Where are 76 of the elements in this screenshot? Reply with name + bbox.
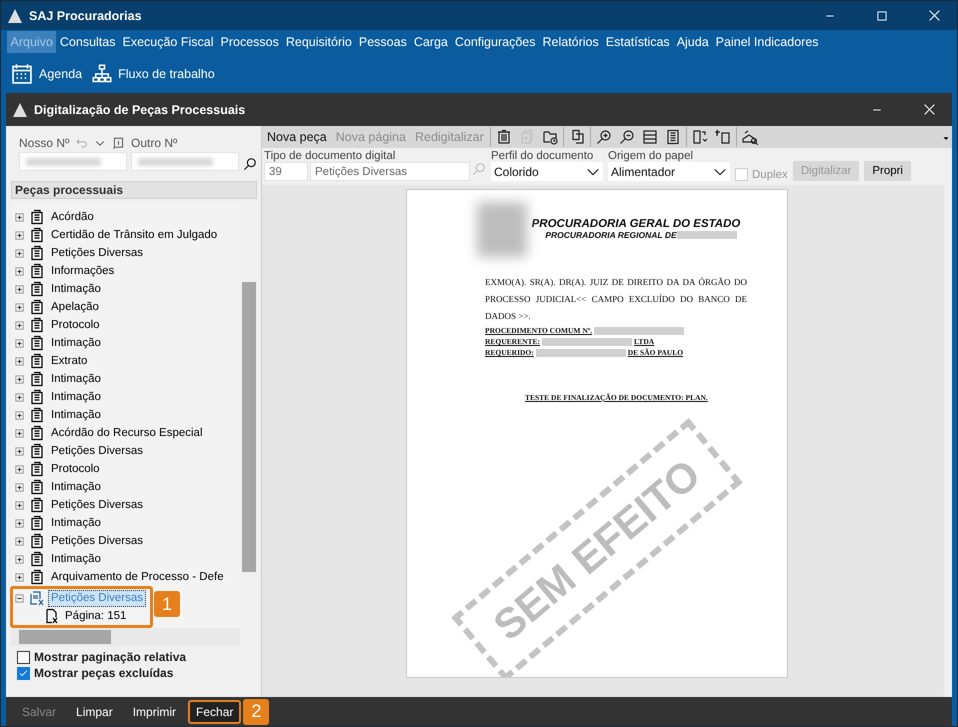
menu-item[interactable]: Consultas — [56, 31, 119, 53]
tree-item[interactable]: Intimação — [48, 388, 104, 406]
menu-item[interactable]: Estatísticas — [602, 31, 674, 53]
input-field[interactable] — [131, 152, 239, 171]
menu-item[interactable]: Carga — [410, 31, 452, 53]
window-title: SAJ Procuradorias — [29, 8, 143, 22]
tree-item[interactable]: Petições Diversas — [48, 442, 146, 460]
footer-button[interactable]: Limpar — [68, 700, 121, 724]
checkbox[interactable]: Mostrar paginação relativa — [17, 650, 257, 664]
document-type-field[interactable]: Petições Diversas — [310, 162, 470, 181]
tree-item[interactable]: Arquivamento de Processo - Defe — [48, 568, 227, 586]
menu-item[interactable]: Execução Fiscal — [118, 31, 217, 53]
undo-arrow-icon — [75, 136, 88, 150]
code-field[interactable]: 39 — [264, 162, 308, 181]
search-icon — [243, 157, 257, 171]
triangle-logo-icon — [12, 102, 28, 118]
tree-item[interactable]: Extrato — [48, 352, 90, 370]
field-label: Tipo de documento digital — [264, 150, 396, 162]
tree-item[interactable]: Página: 151 — [62, 608, 130, 624]
tree-item[interactable]: Petições Diversas — [48, 532, 146, 550]
field-label: Origem do papel — [608, 150, 694, 162]
document-subheading: PROCURADORIA REGIONAL DE — [545, 230, 677, 240]
tree-item[interactable]: Certidão de Trânsito em Julgado — [48, 226, 220, 244]
action-button[interactable]: Nova peça — [264, 130, 330, 144]
search-icon — [472, 162, 486, 176]
footer-button[interactable]: Imprimir — [124, 700, 184, 724]
tree-item[interactable]: Intimação — [48, 370, 104, 388]
menu-item[interactable]: Painel Indicadores — [712, 31, 822, 53]
org-chart-icon — [92, 64, 112, 84]
checkbox[interactable]: Mostrar peças excluídas — [17, 666, 257, 680]
scan-button[interactable]: Propri — [864, 161, 911, 181]
tree-item[interactable]: Intimação — [48, 514, 104, 532]
footer-button[interactable]: Fechar — [188, 700, 242, 724]
menu-item[interactable]: Processos — [217, 31, 282, 53]
tree-item[interactable]: Intimação — [48, 334, 104, 352]
redaction-block — [676, 231, 737, 239]
tree-item[interactable]: Acórdão do Recurso Especial — [48, 424, 206, 442]
section-header: Peças processuais — [11, 181, 257, 199]
step-badge: 1 — [154, 591, 180, 617]
source-dropdown[interactable]: Alimentador — [608, 162, 730, 181]
tree-item[interactable]: Intimação — [48, 550, 104, 568]
close-icon — [922, 103, 936, 116]
note-icon — [112, 136, 126, 150]
tree-item[interactable]: Petições Diversas — [48, 496, 146, 514]
menu-item[interactable]: Configurações — [451, 31, 539, 53]
menu-item[interactable]: Relatórios — [538, 31, 602, 53]
tree-item[interactable]: Petições Diversas — [48, 244, 146, 262]
tree-item[interactable]: Protocolo — [48, 460, 103, 478]
maximize-icon — [876, 10, 888, 22]
tree-item[interactable]: Protocolo — [48, 316, 103, 334]
tree-item[interactable]: Intimação — [48, 280, 104, 298]
document-paragraph: EXMO(A). SR(A). DR(A). JUIZ DE DIREITO DA DA ÓRGÃO DO PROCESSO JUDICIAL<< CAMPO EXCLUÍDO DO BANCO DE DADOS >>. — [485, 276, 747, 323]
field-label: Nosso Nº — [19, 136, 70, 150]
checkmark-icon — [18, 668, 29, 678]
triangle-logo-icon — [7, 8, 23, 24]
field-label: Perfil do documento — [491, 150, 594, 162]
blurred-logo — [477, 202, 527, 257]
profile-dropdown[interactable]: Colorido — [491, 162, 603, 181]
menu-item[interactable]: Requisitório — [282, 31, 356, 53]
step-badge: 2 — [243, 698, 270, 724]
horizontal-scrollbar[interactable] — [11, 628, 240, 646]
input-field[interactable] — [19, 152, 127, 171]
tree-item[interactable]: Intimação — [48, 478, 104, 496]
dialog-title: Digitalização de Peças Processuais — [34, 102, 246, 116]
toolbar-button[interactable]: Fluxo de trabalho — [92, 64, 215, 84]
menu-item[interactable]: Ajuda — [673, 31, 712, 53]
toolbar-button[interactable]: Agenda — [11, 62, 82, 84]
field-label: Outro Nº — [131, 136, 178, 150]
tree-item[interactable]: Apelação — [48, 298, 102, 316]
calendar-icon — [11, 62, 33, 84]
tree-item[interactable]: Acórdão — [48, 208, 97, 226]
document-heading: PROCURADORIA GERAL DO ESTADO — [530, 218, 742, 230]
tree-item[interactable]: Intimação — [48, 406, 104, 424]
tree-item[interactable]: Informações — [48, 262, 118, 280]
close-icon — [928, 9, 940, 22]
menu-item[interactable]: Pessoas — [355, 31, 410, 53]
